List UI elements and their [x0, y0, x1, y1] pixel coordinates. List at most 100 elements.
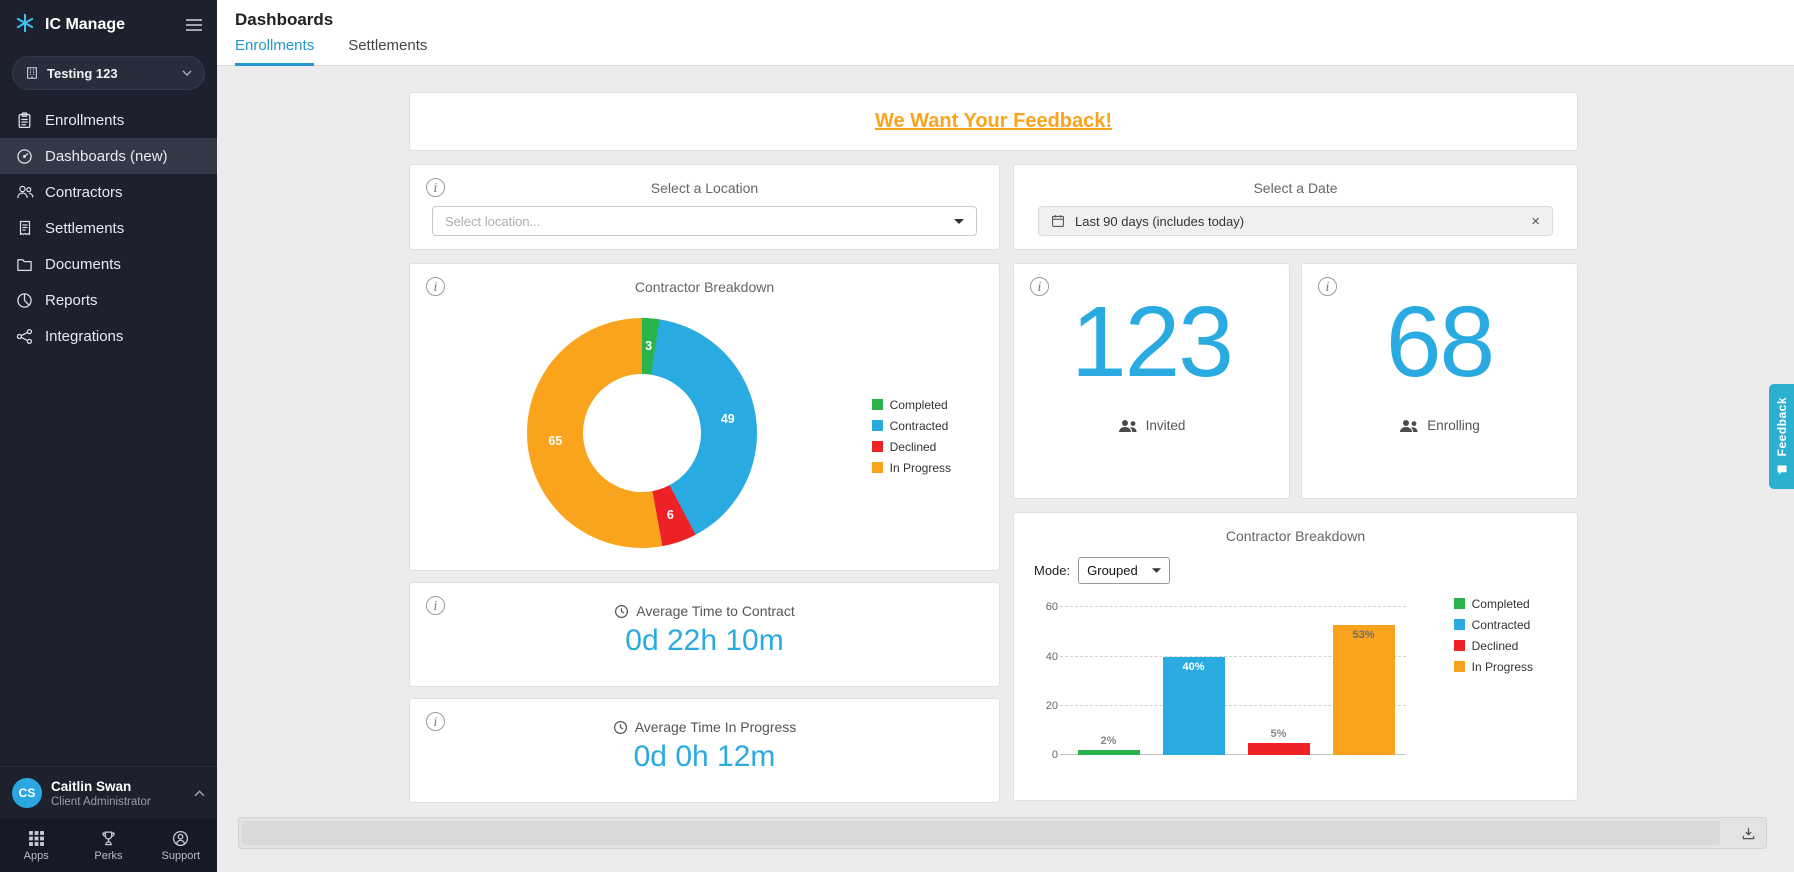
info-icon[interactable]: i	[426, 277, 445, 296]
mode-select[interactable]: Grouped	[1078, 557, 1170, 584]
info-icon[interactable]: i	[1318, 277, 1337, 296]
sidebar-item-label: Documents	[45, 255, 121, 273]
legend-label: Declined	[889, 439, 937, 454]
date-range-picker[interactable]: Last 90 days (includes today) ×	[1038, 206, 1553, 236]
invited-count: 123	[1071, 286, 1234, 398]
enrolling-count: 68	[1385, 286, 1495, 398]
footer-perks-button[interactable]: Perks	[72, 819, 144, 872]
sidebar-footer: Apps Perks Support	[0, 819, 217, 872]
right-column: i 123 Invited i 68 Enrolling Contractor …	[1013, 263, 1578, 803]
support-icon	[172, 830, 189, 847]
bar-value-label: 53%	[1352, 628, 1375, 641]
info-icon[interactable]: i	[1030, 277, 1049, 296]
feedback-tab[interactable]: Feedback	[1769, 384, 1794, 489]
clock-icon	[613, 720, 628, 735]
invited-stat-card: i 123 Invited	[1013, 263, 1290, 499]
page-title: Dashboards	[235, 10, 334, 29]
reports-icon	[15, 292, 34, 309]
donut-chart[interactable]: 3 49 6 65	[527, 318, 757, 548]
gridline	[1060, 606, 1406, 608]
filters-row: i Select a Location Select location... S…	[409, 164, 1578, 250]
sidebar-item-contractors[interactable]: Contractors	[0, 174, 217, 210]
y-axis-tick: 60	[1045, 601, 1058, 614]
legend-swatch	[871, 441, 883, 452]
close-icon[interactable]: ×	[1531, 214, 1540, 229]
sidebar-item-documents[interactable]: Documents	[0, 246, 217, 282]
legend-label: In Progress	[889, 460, 951, 475]
legend-item-in-progress: In Progress	[871, 459, 951, 476]
organization-name: Testing 123	[47, 65, 118, 81]
chevron-down-icon	[182, 70, 192, 76]
enrolling-stat-card: i 68 Enrolling	[1301, 263, 1578, 499]
legend-swatch	[871, 462, 883, 473]
legend-item-contracted: Contracted	[1453, 616, 1533, 633]
caret-down-icon	[1151, 568, 1161, 573]
footer-support-button[interactable]: Support	[145, 819, 217, 872]
mode-row: Mode: Grouped	[1034, 557, 1577, 584]
horizontal-scrollbar[interactable]	[238, 817, 1767, 849]
sidebar-item-enrollments[interactable]: Enrollments	[0, 102, 217, 138]
user-name: Caitlin Swan	[51, 778, 132, 794]
donut-value-label: 3	[645, 339, 653, 354]
footer-apps-button[interactable]: Apps	[0, 819, 72, 872]
legend-item-in-progress: In Progress	[1453, 658, 1533, 675]
mode-label: Mode:	[1034, 563, 1071, 578]
ic-manage-logo-icon	[14, 12, 36, 39]
avg-time-to-contract-title: Average Time to Contract	[636, 603, 795, 619]
bar-completed	[1077, 750, 1140, 755]
sidebar-item-label: Enrollments	[45, 111, 125, 129]
sidebar-item-dashboards-new[interactable]: Dashboards (new)	[0, 138, 217, 174]
footer-label: Apps	[23, 849, 49, 862]
sidebar-item-integrations[interactable]: Integrations	[0, 318, 217, 354]
y-axis-tick: 40	[1045, 650, 1058, 663]
organization-icon	[25, 66, 39, 80]
donut-value-label: 6	[666, 508, 674, 523]
chevron-up-icon	[194, 789, 205, 797]
location-filter-title: Select a Location	[650, 180, 759, 196]
dashboards-icon	[15, 148, 34, 165]
tab-settlements[interactable]: Settlements	[348, 37, 427, 66]
legend-swatch	[1453, 661, 1465, 672]
info-icon[interactable]: i	[426, 178, 445, 197]
clock-icon	[614, 604, 629, 619]
tab-enrollments[interactable]: Enrollments	[235, 37, 315, 66]
footer-label: Support	[161, 849, 201, 862]
sidebar-item-reports[interactable]: Reports	[0, 282, 217, 318]
avatar: CS	[12, 778, 42, 808]
y-axis-tick: 0	[1051, 749, 1058, 761]
bar-chart-legend: Completed Contracted Declined In Progress	[1453, 595, 1533, 675]
feedback-banner-card: We Want Your Feedback!	[409, 92, 1578, 151]
enrollments-icon	[15, 111, 34, 129]
organization-selector[interactable]: Testing 123	[12, 56, 205, 90]
feedback-link[interactable]: We Want Your Feedback!	[875, 110, 1112, 133]
sidebar-item-label: Reports	[45, 291, 98, 309]
legend-item-declined: Declined	[871, 438, 951, 455]
info-icon[interactable]: i	[426, 596, 445, 615]
bar-value-label: 40%	[1182, 660, 1205, 673]
legend-label: Completed	[889, 397, 948, 412]
brand-name: IC Manage	[45, 16, 126, 33]
calendar-icon	[1051, 214, 1065, 228]
people-icon	[1118, 419, 1138, 433]
feedback-tab-label: Feedback	[1774, 397, 1789, 457]
top-bar: Dashboards Enrollments Settlements	[217, 0, 1794, 66]
contractors-icon	[15, 184, 34, 200]
legend-item-completed: Completed	[871, 396, 951, 413]
bar-chart-title: Contractor Breakdown	[1225, 528, 1366, 544]
location-select-placeholder: Select location...	[445, 213, 541, 229]
sidebar-item-label: Contractors	[45, 183, 123, 201]
bar-declined	[1247, 742, 1310, 755]
location-select[interactable]: Select location...	[432, 206, 977, 236]
legend-label: Declined	[1471, 638, 1519, 653]
hamburger-menu-icon[interactable]	[185, 18, 203, 32]
user-role: Client Administrator	[51, 795, 151, 808]
bar-chart[interactable]: 0 20 40 60 2% 40% 5% 53%	[1046, 595, 1406, 761]
info-icon[interactable]: i	[426, 712, 445, 731]
sidebar-item-settlements[interactable]: Settlements	[0, 210, 217, 246]
bar-value-label: 5%	[1270, 727, 1287, 740]
user-menu[interactable]: CS Caitlin Swan Client Administrator	[0, 766, 217, 819]
download-icon[interactable]	[1741, 826, 1756, 841]
legend-swatch	[1453, 619, 1465, 630]
sidebar: IC Manage Testing 123 Enrollments Dashboa…	[0, 0, 217, 872]
main-area: Dashboards Enrollments Settlements We Wan…	[217, 0, 1794, 872]
